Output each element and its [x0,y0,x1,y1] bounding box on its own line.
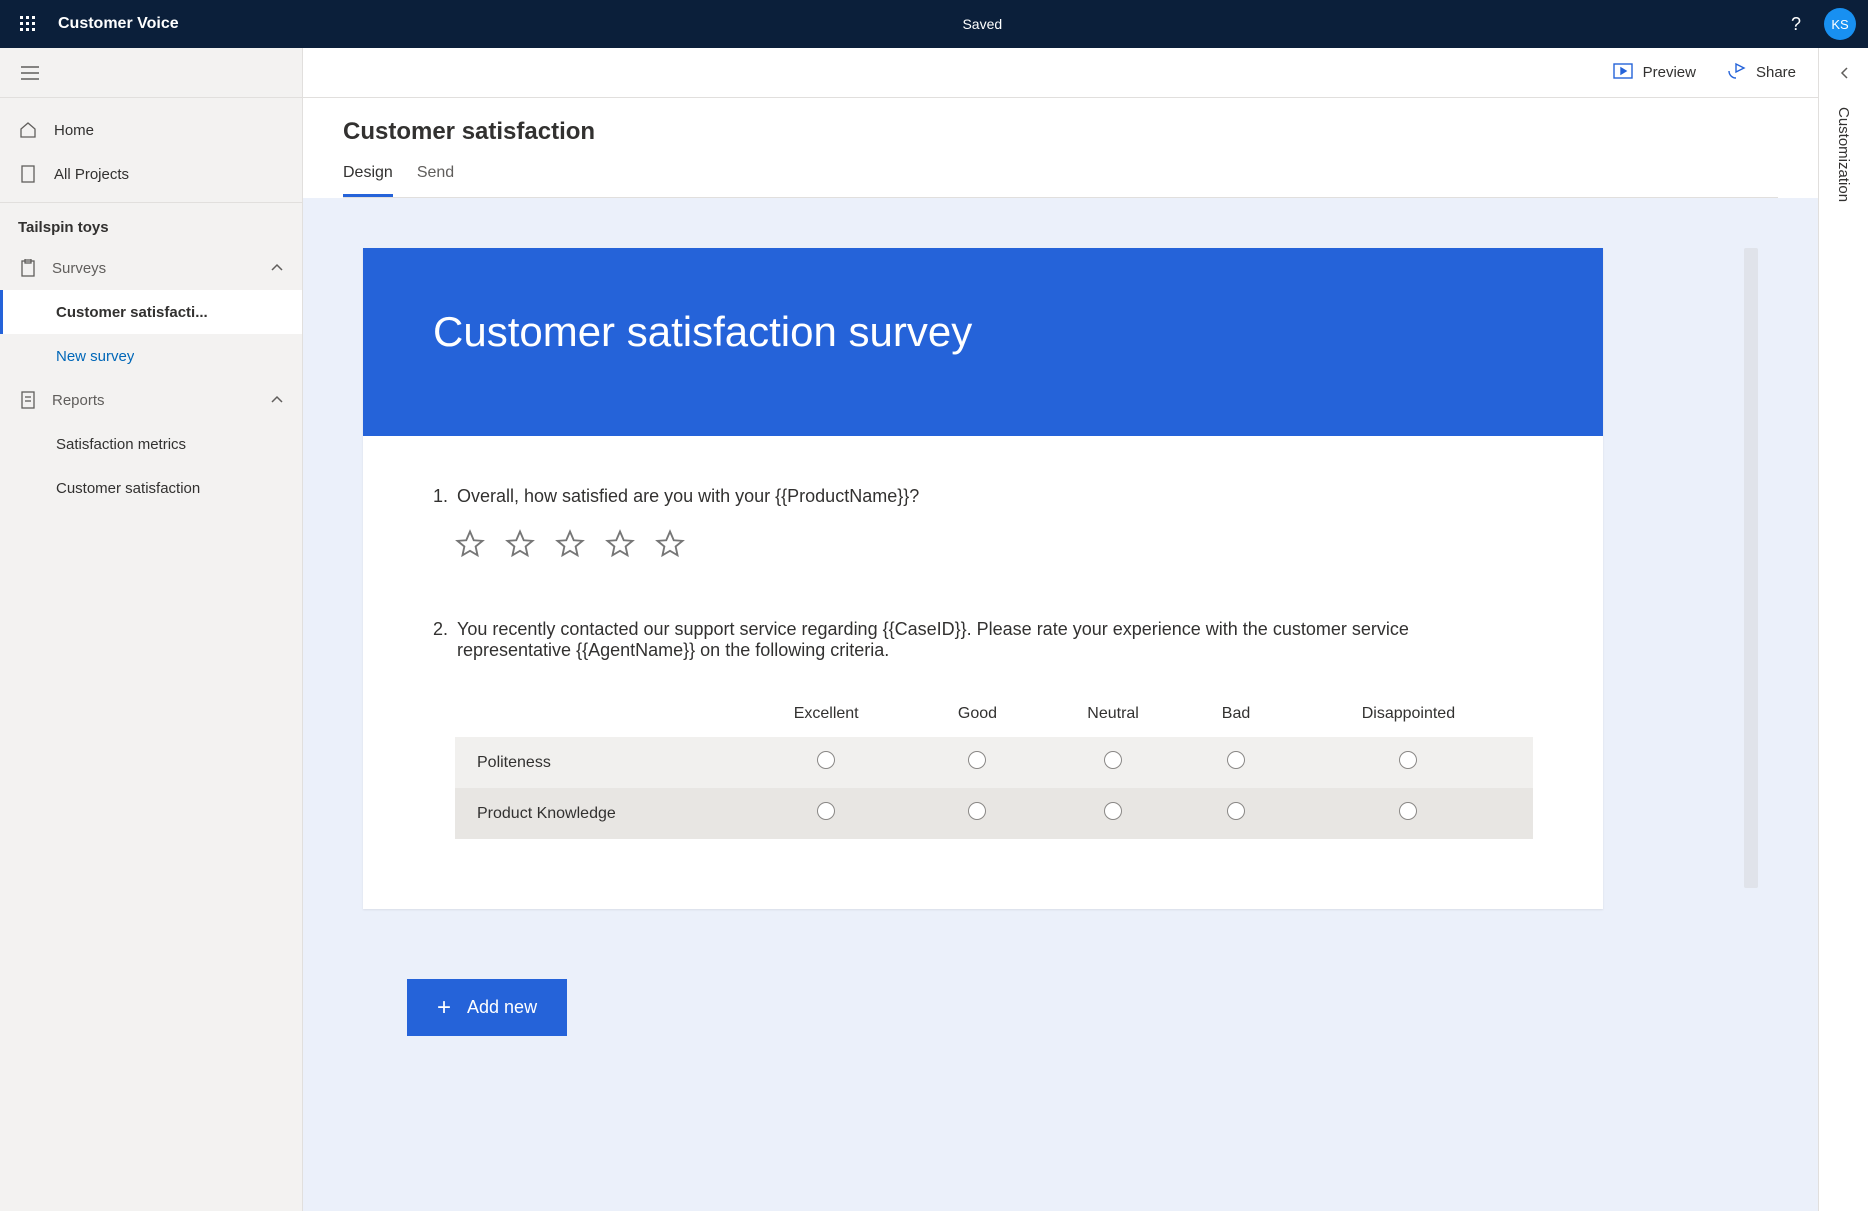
radio-option[interactable] [1227,751,1245,769]
question-2[interactable]: 2. You recently contacted our support se… [433,619,1533,839]
sidebar-item-all-projects[interactable]: All Projects [0,152,302,196]
star-icon[interactable] [555,529,585,559]
preview-label: Preview [1643,64,1696,81]
page-title: Customer satisfaction [343,118,1778,146]
likert-row-label: Product Knowledge [455,788,735,839]
sidebar-group-reports[interactable]: Reports [0,378,302,422]
app-launcher-icon[interactable] [12,8,44,40]
radio-option[interactable] [817,751,835,769]
tabs: Design Send [343,164,1778,198]
question-number: 2. [433,619,449,661]
question-number: 1. [433,486,449,507]
sidebar-group-surveys[interactable]: Surveys [0,246,302,290]
question-text: Overall, how satisfied are you with your… [457,486,919,507]
survey-header[interactable]: Customer satisfaction survey [363,248,1603,436]
survey-card: Customer satisfaction survey 1. Overall,… [363,248,1603,909]
customization-panel: Customization [1818,48,1868,1211]
radio-option[interactable] [1227,802,1245,820]
star-icon[interactable] [455,529,485,559]
share-icon [1726,62,1746,84]
chevron-left-icon[interactable] [1838,66,1850,83]
rating-stars [455,529,1533,559]
clipboard-icon [18,258,38,278]
tab-send[interactable]: Send [417,164,454,197]
radio-option[interactable] [1399,802,1417,820]
sidebar-item-label: Customer satisfacti... [56,304,208,321]
radio-option[interactable] [817,802,835,820]
scrollbar[interactable] [1744,248,1758,888]
preview-button[interactable]: Preview [1613,63,1696,83]
sidebar-item-satisfaction-metrics[interactable]: Satisfaction metrics [0,422,302,466]
share-label: Share [1756,64,1796,81]
design-canvas: Customer satisfaction survey 1. Overall,… [303,198,1818,1211]
customization-label[interactable]: Customization [1835,107,1852,202]
tab-design[interactable]: Design [343,164,393,197]
radio-option[interactable] [1399,751,1417,769]
main-content: Preview Share Customer satisfaction Desi… [303,48,1818,1211]
project-title: Tailspin toys [0,203,302,246]
star-icon[interactable] [655,529,685,559]
radio-option[interactable] [1104,802,1122,820]
avatar[interactable]: KS [1824,8,1856,40]
app-title: Customer Voice [58,15,179,33]
radio-option[interactable] [968,802,986,820]
sidebar-item-new-survey[interactable]: New survey [0,334,302,378]
question-text: You recently contacted our support servi… [457,619,1477,661]
share-button[interactable]: Share [1726,62,1796,84]
question-1[interactable]: 1. Overall, how satisfied are you with y… [433,486,1533,559]
likert-column-header: Disappointed [1284,691,1533,737]
radio-option[interactable] [1104,751,1122,769]
sidebar-item-home[interactable]: Home [0,108,302,152]
add-new-button[interactable]: + Add new [407,979,567,1036]
survey-title: Customer satisfaction survey [433,308,1533,356]
likert-column-header: Bad [1188,691,1284,737]
command-bar: Preview Share [303,48,1818,98]
likert-column-header: Good [917,691,1038,737]
likert-row: Product Knowledge [455,788,1533,839]
sidebar-item-customer-satisfaction[interactable]: Customer satisfacti... [0,290,302,334]
save-status: Saved [179,16,1786,32]
chevron-up-icon [270,392,284,408]
hamburger-icon[interactable] [18,61,42,85]
likert-column-header: Neutral [1038,691,1188,737]
star-icon[interactable] [605,529,635,559]
sidebar-item-label: New survey [56,348,134,365]
sidebar-group-label: Reports [52,392,256,409]
home-icon [18,120,38,140]
reports-icon [18,390,38,410]
sidebar-item-label: Satisfaction metrics [56,436,186,453]
sidebar-group-label: Surveys [52,260,256,277]
sidebar-item-label: Customer satisfaction [56,480,200,497]
radio-option[interactable] [968,751,986,769]
sidebar: Home All Projects Tailspin toys Surveys … [0,48,303,1211]
help-icon[interactable]: ? [1786,14,1806,34]
play-icon [1613,63,1633,83]
sidebar-item-customer-satisfaction-report[interactable]: Customer satisfaction [0,466,302,510]
sidebar-item-label: All Projects [54,166,129,183]
chevron-up-icon [270,260,284,276]
likert-table: Excellent Good Neutral Bad Disappointed … [455,691,1533,839]
projects-icon [18,164,38,184]
likert-row: Politeness [455,737,1533,788]
likert-column-header: Excellent [735,691,917,737]
sidebar-item-label: Home [54,122,94,139]
add-new-label: Add new [467,997,537,1018]
app-bar: Customer Voice Saved ? KS [0,0,1868,48]
star-icon[interactable] [505,529,535,559]
likert-row-label: Politeness [455,737,735,788]
